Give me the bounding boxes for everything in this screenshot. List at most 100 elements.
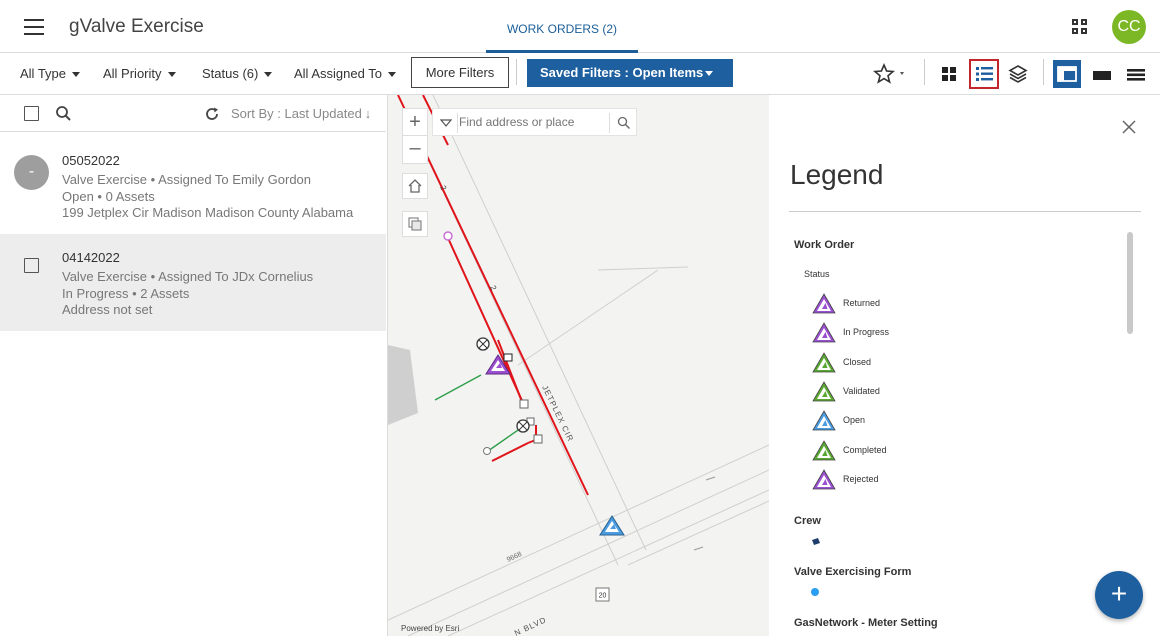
work-order-id: 05052022: [62, 153, 120, 168]
work-order-address: Address not set: [62, 302, 153, 317]
assigned-filter-label: All Assigned To: [294, 66, 382, 81]
search-icon[interactable]: [617, 116, 631, 130]
direction-arrow: [705, 476, 716, 481]
home-icon: [408, 179, 422, 193]
service-line: [487, 427, 522, 452]
work-order-status: In Progress • 2 Assets: [62, 286, 190, 301]
apps-grid-icon[interactable]: [1072, 19, 1087, 34]
legend-title: Legend: [790, 159, 884, 190]
add-work-order-button[interactable]: +: [1095, 571, 1143, 619]
divider: [924, 59, 925, 85]
divider: [1043, 59, 1044, 85]
map-tools-dropdown[interactable]: [869, 59, 904, 89]
tab-work-orders[interactable]: WORK ORDERS (2): [486, 0, 638, 53]
tile-view-button[interactable]: [934, 59, 964, 89]
arrow-down-icon: ↓: [364, 106, 372, 121]
meter-heading: GasNetwork - Meter Setting: [794, 617, 938, 629]
list-layout-button[interactable]: [1122, 59, 1152, 89]
chevron-down-icon: [72, 72, 81, 78]
search-icon[interactable]: [55, 105, 73, 123]
meter-marker: [483, 447, 491, 455]
work-order-id: 04142022: [62, 250, 120, 265]
user-avatar[interactable]: CC: [1112, 10, 1146, 44]
legend-status-item: Completed: [812, 439, 887, 462]
legend-status-item: Open: [812, 410, 865, 432]
map-canvas: 2 2 JETPLEX CIR 9668 20 N BLVD: [388, 95, 769, 636]
more-filters-button[interactable]: More Filters: [411, 57, 509, 88]
priority-filter-label: All Priority: [103, 66, 162, 81]
status-filter-label: Status (6): [202, 66, 259, 81]
legend-panel: Legend Work Order Status Returned In Prog…: [769, 95, 1160, 636]
legend-status-item: Rejected: [812, 468, 879, 491]
street-label: JETPLEX CIR: [540, 384, 575, 443]
legend-status-label: Closed: [843, 356, 872, 367]
priority-filter-dropdown[interactable]: All Priority: [103, 66, 176, 81]
list-layout-icon: [1127, 69, 1145, 81]
list-view-button[interactable]: [969, 59, 999, 89]
grid-view-icon: [942, 67, 956, 81]
camera-icon: [503, 353, 513, 362]
divider: [516, 59, 517, 85]
work-order-summary: Valve Exercise • Assigned To JDx Corneli…: [62, 269, 314, 284]
zoom-control: + –: [402, 108, 428, 164]
street-label: N BLVD: [513, 615, 548, 636]
status-triangle-icon: [812, 439, 836, 460]
list-header: Sort By : Last Updated ↓: [0, 95, 386, 132]
layers-button[interactable]: [1003, 59, 1033, 89]
map-layout-button[interactable]: [1088, 59, 1118, 89]
map-view[interactable]: 2 2 JETPLEX CIR 9668 20 N BLVD: [388, 95, 769, 636]
type-filter-dropdown[interactable]: All Type: [20, 66, 81, 81]
chevron-down-icon[interactable]: [440, 119, 452, 127]
chevron-down-icon: [387, 72, 396, 78]
saved-filters-label: Saved Filters : Open Items: [540, 65, 704, 80]
assigned-filter-dropdown[interactable]: All Assigned To: [294, 66, 396, 81]
direction-arrow: [693, 546, 704, 551]
status-filter-dropdown[interactable]: Status (6): [202, 66, 273, 81]
menu-icon[interactable]: [24, 19, 44, 35]
sort-dropdown[interactable]: Sort By : Last Updated ↓: [231, 106, 371, 121]
status-triangle-icon: [812, 293, 836, 314]
list-item[interactable]: 04142022 Valve Exercise • Assigned To JD…: [0, 234, 386, 331]
map-search-box: [432, 108, 637, 136]
legend-status-label: Rejected: [843, 473, 879, 484]
map-layout-icon: [1093, 69, 1111, 80]
status-triangle-icon: [812, 410, 836, 431]
work-order-status: Open • 0 Assets: [62, 189, 155, 204]
basemap-button[interactable]: [402, 211, 428, 237]
work-order-summary: Valve Exercise • Assigned To Emily Gordo…: [62, 172, 312, 187]
roads: [388, 95, 769, 636]
fitting-marker: [519, 399, 529, 409]
legend-status-label: Returned: [843, 298, 881, 308]
crew-icon: [812, 538, 820, 545]
work-order-marker-open[interactable]: [599, 515, 625, 536]
divider: [457, 113, 458, 133]
split-layout-button[interactable]: [1053, 60, 1081, 88]
map-search-input[interactable]: [459, 113, 609, 131]
zoom-out-button[interactable]: –: [403, 136, 427, 163]
status-triangle-icon: [812, 381, 836, 402]
chevron-down-icon: [167, 72, 176, 78]
legend-status-label: Validated: [843, 385, 880, 396]
refresh-icon[interactable]: [203, 105, 221, 123]
type-filter-label: All Type: [20, 66, 67, 81]
list-icon: [976, 67, 993, 81]
divider: [609, 113, 610, 133]
legend-status-item: In Progress: [812, 322, 889, 344]
legend-scrollbar[interactable]: [1127, 232, 1133, 334]
list-item[interactable]: - 05052022 Valve Exercise • Assigned To …: [0, 137, 386, 234]
node-marker: [443, 231, 453, 241]
app-header: gValve Exercise WORK ORDERS (2) CC: [0, 0, 1160, 53]
close-icon[interactable]: [1122, 120, 1136, 134]
app-title: gValve Exercise: [69, 16, 204, 37]
item-avatar: -: [14, 155, 49, 190]
legend-status-item: Returned: [812, 293, 880, 315]
zoom-in-button[interactable]: +: [403, 109, 427, 136]
status-triangle-icon: [812, 351, 836, 372]
legend-status-item: Validated: [812, 381, 880, 403]
valve-icon: [516, 419, 530, 433]
saved-filters-button[interactable]: Saved Filters : Open Items: [527, 59, 733, 87]
legend-status-label: Open: [843, 415, 866, 426]
home-button[interactable]: [402, 173, 428, 199]
item-checkbox[interactable]: [24, 258, 39, 273]
select-all-checkbox[interactable]: [24, 106, 39, 121]
